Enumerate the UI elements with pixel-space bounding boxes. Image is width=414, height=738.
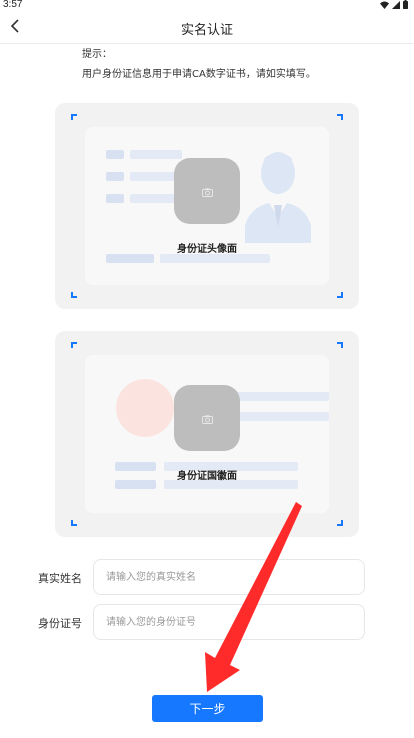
real-name-row: 真实姓名: [0, 559, 414, 595]
illus-line: [160, 254, 270, 263]
illus-line: [106, 150, 124, 159]
status-bar: 3:57: [0, 0, 414, 12]
nav-bar: 实名认证: [0, 12, 414, 44]
camera-icon: [201, 409, 213, 428]
wifi-icon: [380, 1, 389, 9]
scan-corner: [71, 520, 77, 526]
id-back-label: 身份证国徽面: [177, 471, 237, 482]
illus-line: [130, 150, 182, 159]
scan-corner: [71, 114, 77, 120]
id-card-back-upload[interactable]: 身份证国徽面: [55, 331, 359, 537]
id-number-row: 身份证号: [0, 604, 414, 640]
hint-block: 提示： 用户身份证信息用于申请CA数字证书，请如实填写。: [82, 45, 316, 85]
status-time: 3:57: [3, 0, 23, 10]
scan-corner: [71, 342, 77, 348]
id-number-input[interactable]: [93, 604, 365, 640]
id-number-label: 身份证号: [38, 617, 82, 630]
camera-button-front[interactable]: [174, 158, 240, 224]
status-icons: [380, 0, 408, 9]
national-emblem-icon: [116, 379, 174, 437]
portrait-silhouette-icon: [245, 147, 311, 247]
camera-icon: [201, 182, 213, 201]
scan-corner: [337, 114, 343, 120]
illus-line: [106, 194, 124, 203]
scan-corner: [71, 292, 77, 298]
battery-icon: [403, 0, 408, 9]
hint-text: 用户身份证信息用于申请CA数字证书，请如实填写。: [82, 69, 316, 80]
page-title: 实名认证: [180, 23, 233, 38]
real-name-input[interactable]: [93, 559, 365, 595]
scan-corner: [337, 342, 343, 348]
illus-line: [106, 254, 154, 263]
hint-title: 提示：: [82, 49, 112, 60]
next-step-button[interactable]: 下一步: [152, 695, 263, 722]
id-front-label: 身份证头像面: [177, 244, 237, 255]
real-name-label: 真实姓名: [38, 572, 82, 585]
camera-button-back[interactable]: [174, 385, 240, 451]
scan-corner: [337, 520, 343, 526]
signal-icon: [392, 0, 400, 9]
scan-corner: [337, 292, 343, 298]
id-card-front-upload[interactable]: 身份证头像面: [55, 103, 359, 309]
illus-line: [106, 172, 124, 181]
